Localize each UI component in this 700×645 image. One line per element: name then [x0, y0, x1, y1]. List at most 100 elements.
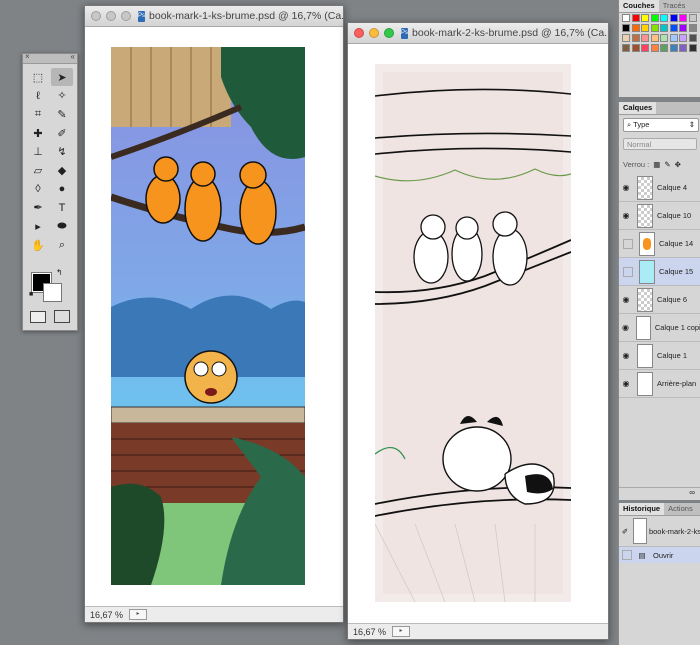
layer-row[interactable]: ◉ Calque 1 copie — [619, 314, 700, 342]
color-swatch[interactable] — [650, 34, 659, 42]
color-swatch[interactable] — [622, 44, 630, 52]
blend-mode-select[interactable]: Normal — [623, 138, 697, 150]
layer-row[interactable]: Calque 14 — [619, 230, 700, 258]
tab-historique[interactable]: Historique — [619, 503, 665, 515]
color-swatch[interactable] — [669, 34, 678, 42]
canvas-area-2[interactable] — [348, 44, 608, 624]
layer-row[interactable]: ◉ Calque 1 — [619, 342, 700, 370]
layer-row[interactable]: ◉ Calque 4 — [619, 174, 700, 202]
visibility-toggle[interactable] — [623, 238, 633, 249]
canvas-area-1[interactable] — [85, 27, 343, 607]
window-2-titlebar[interactable]: Ps book-mark-2-ks-brume.psd @ 16,7% (Ca.… — [348, 23, 608, 44]
color-swatch[interactable] — [622, 24, 630, 32]
color-swatch[interactable] — [622, 34, 630, 42]
path-selection-icon[interactable]: ▸ — [27, 218, 49, 236]
eyedropper-icon[interactable]: ✎ — [51, 105, 73, 123]
blur-icon[interactable]: ◊ — [27, 180, 49, 198]
color-swatch[interactable] — [631, 14, 640, 22]
color-swatch[interactable] — [660, 44, 668, 52]
color-swatch[interactable] — [660, 24, 668, 32]
color-swatch[interactable] — [688, 14, 697, 22]
layer-row[interactable]: Calque 15 — [619, 258, 700, 286]
color-swatch[interactable] — [660, 34, 668, 42]
brush-icon[interactable]: ✐ — [51, 124, 73, 142]
close-icon[interactable]: × — [25, 52, 30, 61]
zoom-button[interactable] — [121, 11, 131, 21]
move-icon[interactable]: ➤ — [51, 68, 73, 86]
quick-mask-button[interactable] — [30, 311, 46, 323]
magic-wand-icon[interactable]: ✧ — [51, 87, 73, 105]
color-swatch[interactable] — [631, 44, 640, 52]
paint-bucket-icon[interactable]: ◆ — [51, 162, 73, 180]
history-brush-source-icon[interactable]: ✐ — [619, 527, 631, 536]
eye-icon[interactable]: ◉ — [619, 295, 633, 304]
tab-couches[interactable]: Couches — [619, 0, 659, 12]
color-swatch[interactable] — [679, 44, 687, 52]
color-swatch[interactable] — [641, 14, 649, 22]
zoom-button[interactable] — [384, 28, 394, 38]
eye-icon[interactable]: ◉ — [619, 211, 633, 220]
color-swatch[interactable] — [679, 34, 687, 42]
color-swatch[interactable] — [679, 14, 687, 22]
hand-icon[interactable]: ✋ — [27, 236, 49, 254]
link-layers-icon[interactable]: ∞ — [689, 488, 695, 497]
eye-icon[interactable]: ◉ — [619, 351, 633, 360]
type-icon[interactable]: T — [51, 199, 73, 217]
history-snapshot-row[interactable]: ✐ book-mark-2-ks — [619, 516, 700, 547]
eye-icon[interactable]: ◉ — [619, 379, 633, 388]
healing-brush-icon[interactable]: ✚ — [27, 124, 49, 142]
color-swatch[interactable] — [669, 24, 678, 32]
color-swatch[interactable] — [631, 34, 640, 42]
shape-icon[interactable]: ⬬ — [51, 218, 73, 236]
close-button[interactable] — [91, 11, 101, 21]
screen-mode-button[interactable] — [54, 310, 70, 323]
color-swatch[interactable] — [688, 24, 697, 32]
zoom-level-field[interactable]: 16,67 % — [85, 610, 126, 620]
color-swatch[interactable] — [641, 24, 649, 32]
minimize-button[interactable] — [106, 11, 116, 21]
status-menu-icon[interactable]: ▸ — [392, 626, 410, 637]
default-colors-icon[interactable]: ■ — [29, 291, 33, 298]
stamp-icon[interactable]: ⊥ — [27, 143, 49, 161]
zoom-level-field[interactable]: 16,67 % — [348, 627, 389, 637]
eraser-icon[interactable]: ▱ — [27, 162, 49, 180]
minimize-button[interactable] — [369, 28, 379, 38]
color-swatch[interactable] — [688, 34, 697, 42]
color-swatch[interactable] — [631, 24, 640, 32]
crop-icon[interactable]: ⌗ — [27, 105, 49, 123]
tab-calques[interactable]: Calques — [619, 102, 657, 114]
lasso-icon[interactable]: ℓ — [27, 87, 49, 105]
collapse-icon[interactable]: « — [71, 52, 75, 61]
dodge-icon[interactable]: ● — [51, 180, 73, 198]
close-button[interactable] — [354, 28, 364, 38]
window-1-titlebar[interactable]: Ps book-mark-1-ks-brume.psd @ 16,7% (Ca.… — [85, 6, 343, 27]
layer-row[interactable]: ◉ Calque 10 — [619, 202, 700, 230]
history-checkbox[interactable] — [622, 550, 632, 560]
layer-row[interactable]: ◉ Arrière-plan — [619, 370, 700, 398]
swap-colors-icon[interactable]: ↰ — [56, 268, 63, 277]
color-swatch[interactable] — [641, 44, 649, 52]
color-swatch[interactable] — [669, 44, 678, 52]
eye-icon[interactable]: ◉ — [619, 183, 633, 192]
pen-icon[interactable]: ✒ — [27, 199, 49, 217]
color-swatch[interactable] — [641, 34, 649, 42]
color-swatch[interactable] — [650, 24, 659, 32]
color-swatch[interactable] — [650, 44, 659, 52]
history-brush-icon[interactable]: ↯ — [51, 143, 73, 161]
lock-transparency-icon[interactable]: ▦ — [653, 160, 660, 169]
eye-icon[interactable]: ◉ — [619, 323, 632, 332]
color-swatch[interactable] — [622, 14, 630, 22]
layer-row[interactable]: ◉ Calque 6 — [619, 286, 700, 314]
background-color-swatch[interactable] — [43, 283, 62, 302]
tab-traces[interactable]: Tracés — [659, 0, 690, 12]
color-swatch[interactable] — [660, 14, 668, 22]
color-swatch[interactable] — [650, 14, 659, 22]
visibility-toggle[interactable] — [623, 266, 633, 277]
kind-filter-select[interactable]: ⌕ Type ⇕ — [623, 118, 699, 132]
marquee-icon[interactable]: ⬚ — [27, 68, 49, 86]
lock-position-icon[interactable]: ✥ — [675, 160, 681, 169]
history-state-row[interactable]: ▤ Ouvrir — [619, 547, 700, 563]
tools-panel-header[interactable]: × « — [23, 52, 77, 64]
zoom-icon[interactable]: ⌕ — [51, 236, 73, 254]
color-swatch[interactable] — [679, 24, 687, 32]
